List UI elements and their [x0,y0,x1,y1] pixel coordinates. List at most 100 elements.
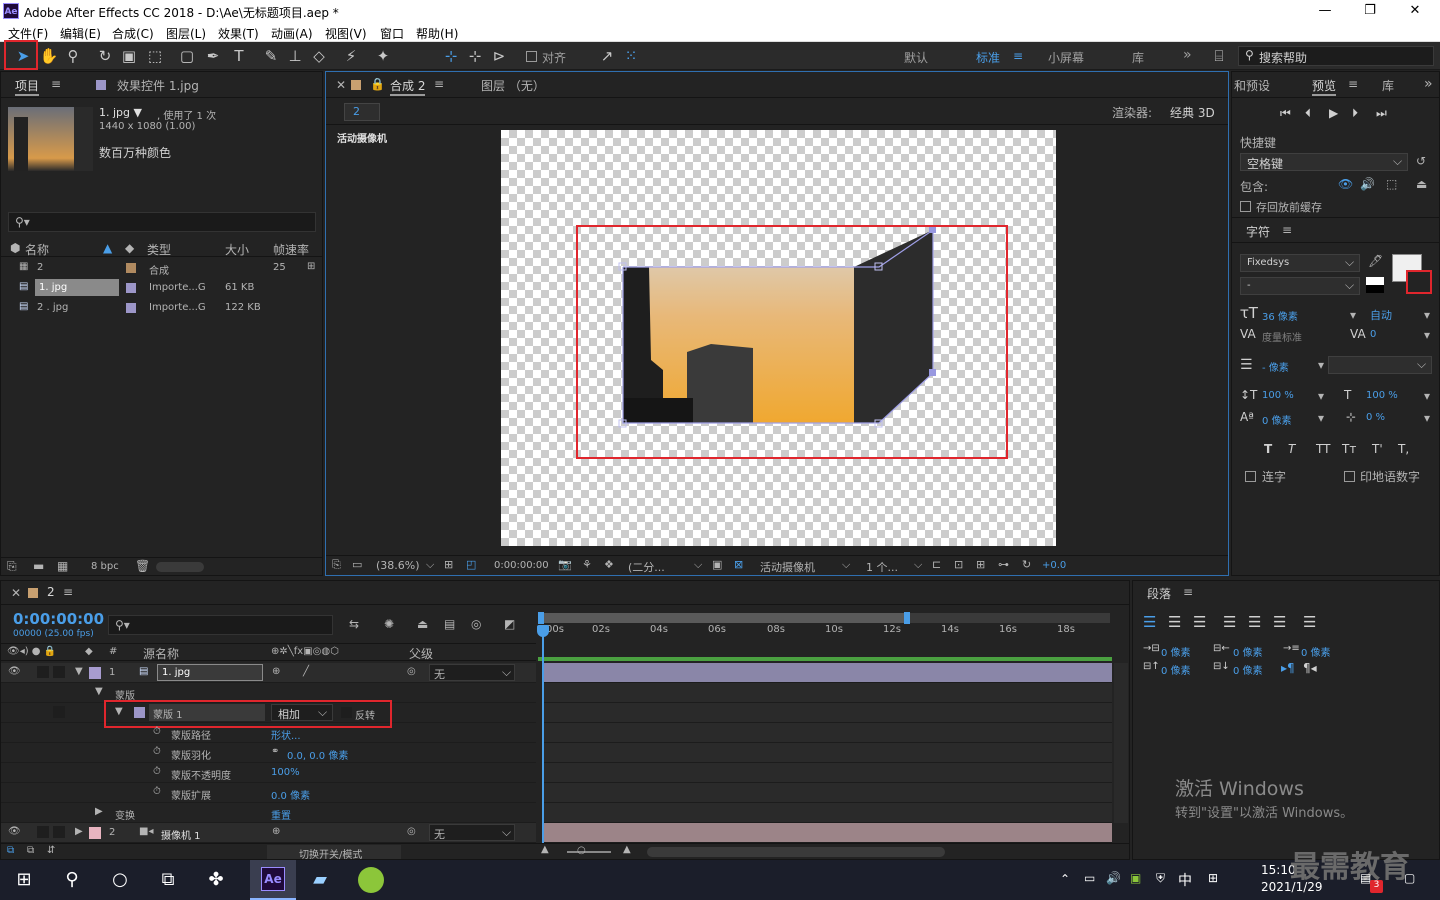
chevron-down-icon[interactable]: ⌵ [426,558,434,572]
timeline-menu-icon[interactable]: ≡ [63,585,73,599]
zoom-tool-icon[interactable]: ⚲ [62,46,84,66]
view-layout-select[interactable]: 1 个... [866,559,898,575]
cache-checkbox[interactable] [1240,201,1251,212]
magnification-select[interactable]: (38.6%) [376,559,420,572]
character-title[interactable]: 字符 [1246,223,1270,240]
menu-animation[interactable]: 动画(A) [271,25,313,42]
column-name[interactable]: 名称 [25,241,49,258]
mask-mode-select[interactable]: 相加 ⌵ [271,704,333,721]
time-ruler[interactable]: 00s 02s 04s 06s 08s 10s 12s 14s 16s 18s [538,623,1110,641]
workspace-library[interactable]: 库 [1132,49,1144,66]
work-area-bar[interactable] [538,612,1110,624]
new-folder-icon[interactable]: ▬ [33,559,44,573]
expand-triangle-icon[interactable]: ▼ [115,706,123,717]
new-composition-icon[interactable]: ▦ [57,559,68,573]
type-tool-icon[interactable]: T [228,46,250,66]
mask-feather-value[interactable]: 0.0, 0.0 像素 [287,747,348,762]
faux-bold-button[interactable]: T [1264,442,1272,456]
preview-item-name[interactable]: 1. jpg ▼ [99,106,142,119]
audio-toggle[interactable] [37,666,49,678]
item-color-label[interactable] [126,283,136,293]
tag-column-icon[interactable]: ◆ [125,241,134,255]
rectangle-tool-icon[interactable]: ▢ [176,46,198,66]
font-family-select[interactable]: Fixedsys ⌵ [1240,254,1360,272]
action-center-icon[interactable]: ▢ [1404,871,1415,885]
video-eye-icon[interactable]: 👁◂) ● 🔒 [7,646,56,657]
monitor-icon[interactable]: ▭ [352,558,362,571]
shy-switch-icon[interactable]: ⊕ [272,826,280,837]
mask-color-swatch[interactable] [134,707,145,718]
panel-overflow-icon[interactable]: » [1424,76,1433,92]
toggle-pixel-aspect-icon[interactable]: ⊏ [932,558,941,571]
timeline-search-input[interactable]: ⚲▾ [108,615,333,635]
collapse-triangle-icon[interactable]: ▶ [95,806,103,817]
all-caps-button[interactable]: TT [1316,442,1330,456]
bpc-label[interactable]: 8 bpc [91,561,119,572]
ime-language[interactable]: 中 [1178,870,1192,890]
chevron-down-icon[interactable]: ⌵ [694,558,702,572]
region-of-interest-icon[interactable]: ▣ [712,558,722,571]
exposure-value[interactable]: +0.0 [1042,560,1066,571]
zoom-in-icon[interactable]: ▲ [623,844,631,855]
mask-name-field[interactable]: 蒙版 1 [149,704,265,721]
task-view-icon[interactable]: ⧉ [156,868,180,892]
column-type[interactable]: 类型 [147,241,171,258]
stroke-color-swatch[interactable] [1406,270,1432,294]
menu-layer[interactable]: 图层(L) [166,25,206,42]
indent-first-value[interactable]: 0 像素 [1301,644,1331,659]
stopwatch-icon[interactable]: ⏱ [153,766,161,777]
baseline-shift-value[interactable]: 0 像素 [1262,412,1292,427]
zoom-slider-thumb[interactable]: ○ [577,845,586,856]
close-button[interactable]: ✕ [1405,3,1425,19]
justify-all-icon[interactable]: ☰ [1303,613,1316,631]
roto-brush-tool-icon[interactable]: ⚡ [340,46,362,66]
menu-view[interactable]: 视图(V) [325,25,367,42]
timeline-timecode[interactable]: 0:00:00:00 [13,610,104,628]
mask-1-row[interactable]: ▼ 蒙版 1 相加 ⌵ 反转 [1,700,536,728]
puppet-tool-icon[interactable]: ✦ [372,46,394,66]
chevron-down-icon[interactable]: ⌵ [914,558,922,572]
zoom-out-icon[interactable]: ▲ [541,844,549,855]
camera-tool-icon[interactable]: ▣ [118,46,140,66]
workspace-menu-icon[interactable]: ≡ [1013,49,1023,63]
timeline-scrollbar[interactable] [647,847,945,857]
layer-color-label[interactable] [89,827,101,839]
mask-opacity-value[interactable]: 100% [271,767,300,778]
menu-edit[interactable]: 编辑(E) [60,25,101,42]
nvidia-icon[interactable]: ▣ [1130,871,1141,885]
cortana-icon[interactable]: ○ [108,868,132,892]
project-item-2jpg[interactable]: ▤ 2 . jpg Importe...G 122 KB [1,298,322,318]
indent-left-value[interactable]: 0 像素 [1161,644,1191,659]
chevron-down-icon[interactable]: ▾ [1424,389,1430,403]
preview-menu-icon[interactable]: ≡ [1348,77,1358,91]
snap-edges-icon[interactable]: ↗ [596,46,618,66]
indent-right-value[interactable]: 0 像素 [1233,644,1263,659]
rtl-direction-icon[interactable]: ¶◂ [1303,661,1317,675]
comp-panel-menu-icon[interactable]: ≡ [434,77,444,91]
safe-margins-icon[interactable]: ⊞ [444,558,453,571]
font-style-select[interactable]: - ⌵ [1240,277,1360,295]
chevron-down-icon[interactable]: ▾ [1424,328,1430,342]
transform-row[interactable]: ▶ 变换 重置 [1,803,536,823]
tab-timeline[interactable]: 2 [47,585,55,599]
paragraph-title[interactable]: 段落 [1147,585,1171,602]
mask-expansion-value[interactable]: 0.0 像素 [271,787,310,802]
viewer-canvas[interactable] [501,130,1056,546]
work-area-range[interactable] [538,613,910,623]
eyedropper-icon[interactable]: 🖋 [1368,254,1383,268]
eraser-tool-icon[interactable]: ◇ [308,46,330,66]
layer-switches-icon[interactable]: ⧉ [7,845,14,856]
renderer-value[interactable]: 经典 3D [1170,104,1215,121]
toggle-switches-modes[interactable]: 切换开关/模式 [267,845,401,861]
flowchart-icon[interactable]: ⊶ [998,558,1009,571]
transform-reset[interactable]: 重置 [271,807,291,822]
overlay-icon[interactable]: ⬚ [1386,177,1397,191]
tracking-value[interactable]: 0 [1370,329,1376,340]
space-after-value[interactable]: 0 像素 [1233,662,1263,677]
reset-icon[interactable]: ↺ [1416,154,1426,168]
security-shield-icon[interactable]: ⛨ [1156,871,1165,886]
tab-project[interactable]: 项目 [15,77,40,96]
hindi-digits-checkbox[interactable] [1344,471,1355,482]
project-panel-menu-icon[interactable]: ≡ [51,77,61,91]
workspace-overflow[interactable]: » [1183,47,1192,63]
